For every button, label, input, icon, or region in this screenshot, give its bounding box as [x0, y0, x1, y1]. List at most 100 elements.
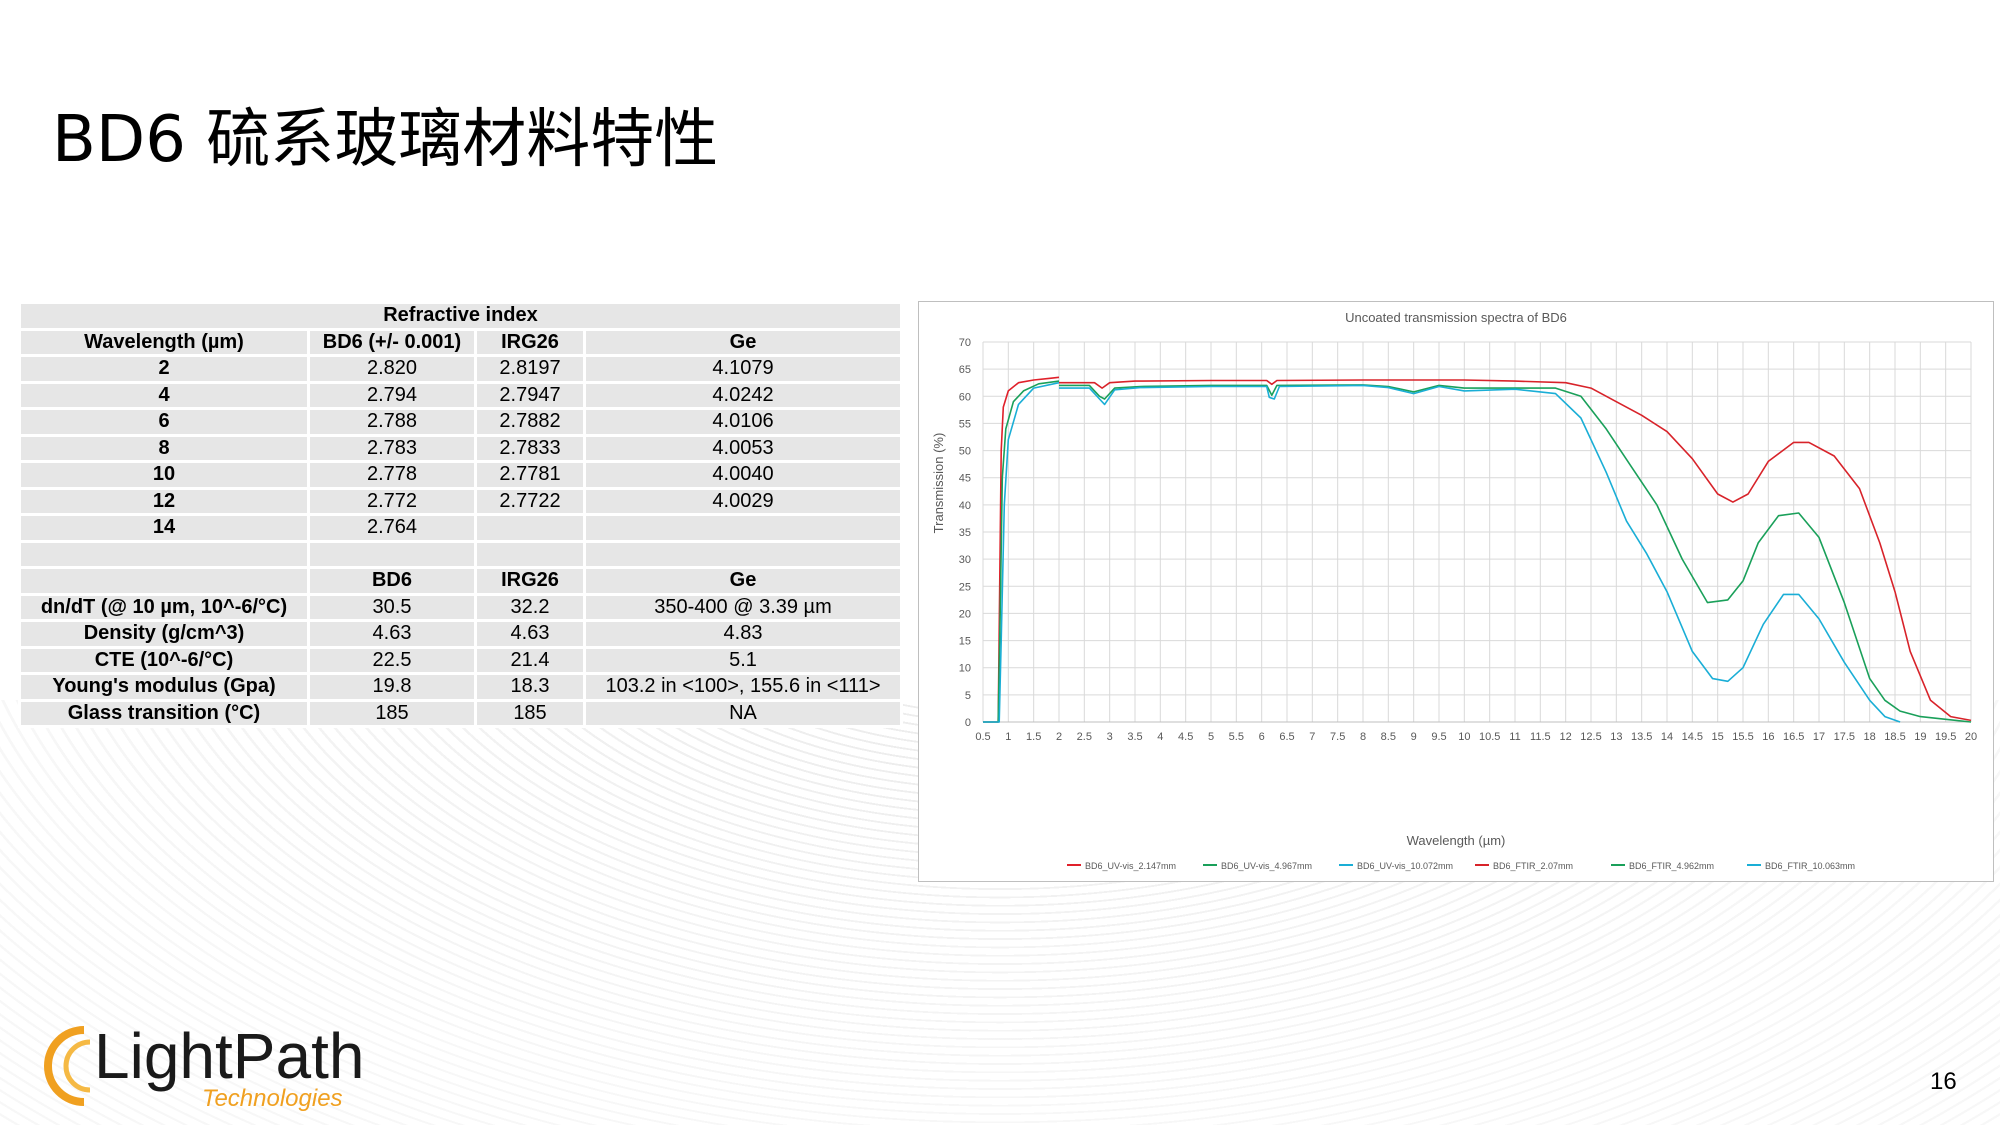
prop-columns-row: BD6 IRG26 Ge — [18, 566, 903, 596]
y-tick-label: 70 — [959, 337, 971, 349]
logo-subtext: Technologies — [202, 1085, 343, 1112]
page-number: 16 — [1930, 1068, 1957, 1095]
table-cell: 4.0053 — [583, 433, 903, 463]
logo-text: LightPath — [94, 1020, 364, 1092]
x-tick-label: 11 — [1509, 731, 1520, 743]
table-cell: 32.2 — [474, 592, 586, 622]
x-tick-label: 14.5 — [1682, 731, 1703, 743]
table-cell: 2.794 — [307, 380, 477, 410]
table-row: 2 2.820 2.8197 4.1079 — [18, 354, 903, 384]
table-row: 4 2.794 2.7947 4.0242 — [18, 380, 903, 410]
x-tick-label: 2 — [1056, 731, 1062, 743]
y-tick-label: 0 — [965, 717, 971, 729]
legend-label: BD6_FTIR_10.063mm — [1765, 861, 1855, 871]
y-tick-label: 35 — [959, 527, 971, 539]
chart-ticks: 0.5 1 1.5 2 2.5 3 3.5 4 4.5 5 5.5 6 6.5 7 7.5 8 8.5 9 9.5 1… — [959, 337, 1977, 743]
x-tick-label: 8.5 — [1381, 731, 1396, 743]
x-tick-label: 18 — [1864, 731, 1876, 743]
table-cell: CTE (10^-6/°C) — [18, 645, 310, 675]
table-cell: 2.8197 — [474, 354, 586, 384]
y-tick-label: 10 — [959, 663, 971, 675]
table-row: 8 2.783 2.7833 4.0053 — [18, 433, 903, 463]
x-tick-label: 16 — [1762, 731, 1774, 743]
y-tick-label: 25 — [959, 581, 971, 593]
x-tick-label: 16.5 — [1783, 731, 1804, 743]
table-cell: 4.1079 — [583, 354, 903, 384]
table-cell — [474, 539, 586, 569]
table-cell: 2.764 — [307, 513, 477, 543]
x-tick-label: 11.5 — [1530, 731, 1551, 743]
table-row: 12 2.772 2.7722 4.0029 — [18, 486, 903, 516]
chart-svg: Uncoated transmission spectra of BD6 Wav… — [931, 310, 1977, 871]
legend-label: BD6_UV-vis_4.967mm — [1221, 861, 1312, 871]
table-cell — [307, 539, 477, 569]
x-tick-label: 6 — [1259, 731, 1265, 743]
table-cell: IRG26 — [474, 566, 586, 596]
series-line-6 — [1059, 384, 1901, 723]
x-tick-label: 13.5 — [1631, 731, 1652, 743]
x-tick-label: 10 — [1458, 731, 1470, 743]
table-cell: 2 — [18, 354, 310, 384]
table-cell: 4.83 — [583, 619, 903, 649]
table-cell: 2.7882 — [474, 407, 586, 437]
x-tick-label: 9.5 — [1431, 731, 1446, 743]
table-cell: 10 — [18, 460, 310, 490]
y-tick-label: 30 — [959, 554, 971, 566]
table-header-row: Refractive index — [18, 301, 903, 331]
y-tick-label: 65 — [959, 364, 971, 376]
table-cell: 18.3 — [474, 672, 586, 702]
table-cell: 4 — [18, 380, 310, 410]
x-tick-label: 3 — [1107, 731, 1113, 743]
table-cell: 4.63 — [474, 619, 586, 649]
table-cell: 2.778 — [307, 460, 477, 490]
x-tick-label: 0.5 — [975, 731, 990, 743]
x-tick-label: 9 — [1411, 731, 1417, 743]
x-tick-label: 17.5 — [1834, 731, 1855, 743]
x-tick-label: 12 — [1560, 731, 1572, 743]
table-cell: NA — [583, 698, 903, 728]
table-cell: 350-400 @ 3.39 µm — [583, 592, 903, 622]
table-cell: 2.7722 — [474, 486, 586, 516]
table-cell — [18, 539, 310, 569]
table-row: 14 2.764 — [18, 513, 903, 543]
table-cell: 19.8 — [307, 672, 477, 702]
x-tick-label: 4.5 — [1178, 731, 1193, 743]
x-tick-label: 10.5 — [1479, 731, 1500, 743]
x-tick-label: 13 — [1610, 731, 1622, 743]
table-cell: 2.772 — [307, 486, 477, 516]
logo-svg: LightPath Technologies — [44, 1020, 364, 1112]
table-cell: 14 — [18, 513, 310, 543]
x-tick-label: 5 — [1208, 731, 1214, 743]
x-tick-label: 15 — [1712, 731, 1724, 743]
y-tick-label: 40 — [959, 500, 971, 512]
x-tick-label: 14 — [1661, 731, 1673, 743]
x-tick-label: 19.5 — [1935, 731, 1956, 743]
slide-title: BD6 硫系玻璃材料特性 — [52, 103, 719, 177]
x-axis-label: Wavelength (µm) — [1407, 833, 1506, 848]
table-cell: Ge — [583, 327, 903, 357]
x-tick-label: 7.5 — [1330, 731, 1345, 743]
ri-columns-row: Wavelength (µm) BD6 (+/- 0.001) IRG26 Ge — [18, 327, 903, 357]
lightpath-logo: LightPath Technologies — [44, 1016, 424, 1112]
series-line-1 — [983, 376, 1060, 723]
x-tick-label: 8 — [1360, 731, 1366, 743]
table-cell: Glass transition (°C) — [18, 698, 310, 728]
y-tick-label: 60 — [959, 391, 971, 403]
table-cell: Density (g/cm^3) — [18, 619, 310, 649]
logo-arc-inner — [63, 1039, 91, 1093]
table-cell — [583, 539, 903, 569]
table-cell — [583, 513, 903, 543]
table-cell: 2.788 — [307, 407, 477, 437]
y-tick-label: 45 — [959, 473, 971, 485]
series-line-2 — [983, 380, 1060, 723]
x-tick-label: 1 — [1005, 731, 1011, 743]
table-cell: BD6 (+/- 0.001) — [307, 327, 477, 357]
table-row: Glass transition (°C) 185 185 NA — [18, 698, 903, 728]
table-cell: Wavelength (µm) — [18, 327, 310, 357]
table-cell: 4.0106 — [583, 407, 903, 437]
series-line-3 — [983, 381, 1060, 723]
x-tick-label: 6.5 — [1279, 731, 1294, 743]
table-row: 6 2.788 2.7882 4.0106 — [18, 407, 903, 437]
transmission-chart: Uncoated transmission spectra of BD6 Wav… — [918, 301, 1994, 882]
properties-table: Refractive index Wavelength (µm) BD6 (+/- … — [18, 301, 903, 728]
